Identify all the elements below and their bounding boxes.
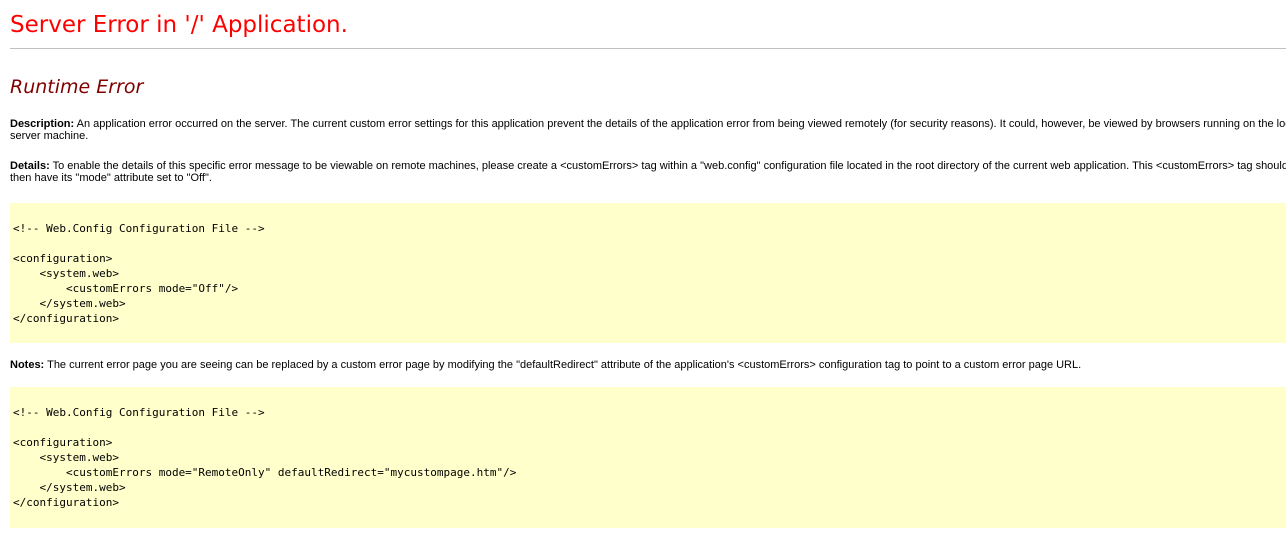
- description-label: Description:: [10, 118, 75, 130]
- config-code-off: <!-- Web.Config Configuration File --> <…: [13, 222, 265, 325]
- details-paragraph: Details: To enable the details of this s…: [10, 160, 1286, 184]
- description-paragraph: Description: An application error occurr…: [10, 118, 1286, 142]
- config-code-block-remoteonly: <!-- Web.Config Configuration File --> <…: [10, 387, 1286, 528]
- config-code-remoteonly: <!-- Web.Config Configuration File --> <…: [13, 406, 517, 509]
- notes-paragraph: Notes: The current error page you are se…: [10, 359, 1286, 371]
- error-subtitle: Runtime Error: [10, 76, 144, 98]
- notes-label: Notes:: [10, 359, 45, 371]
- details-text: To enable the details of this specific e…: [10, 160, 1286, 184]
- details-label: Details:: [10, 160, 50, 172]
- config-code-block-off: <!-- Web.Config Configuration File --> <…: [10, 203, 1286, 343]
- notes-text: The current error page you are seeing ca…: [47, 359, 1082, 371]
- description-text: An application error occurred on the ser…: [10, 118, 1286, 142]
- page-title: Server Error in '/' Application.: [10, 12, 348, 38]
- title-divider: [10, 48, 1286, 49]
